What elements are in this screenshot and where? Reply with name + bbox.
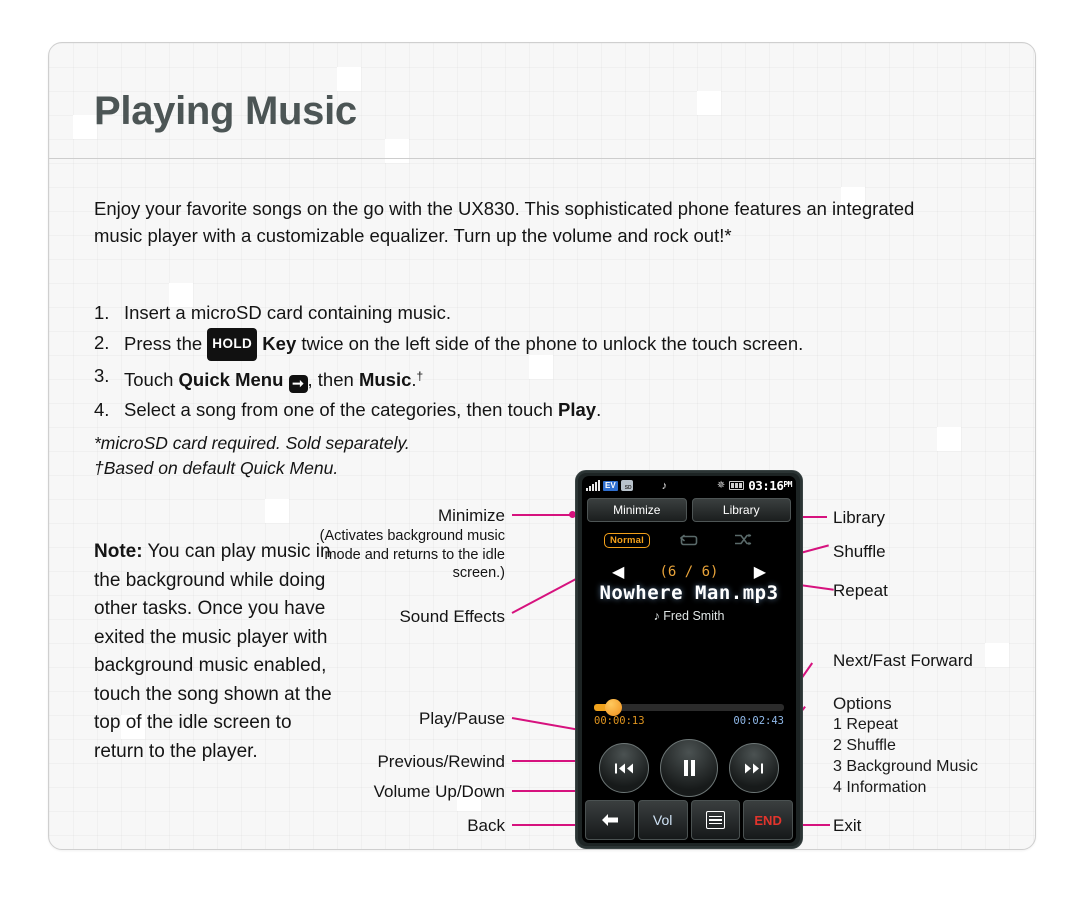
battery-icon xyxy=(729,481,745,490)
step-number: 3. xyxy=(94,365,110,386)
step-text-pre: Select a song from one of the categories… xyxy=(124,399,558,420)
library-button[interactable]: Library xyxy=(691,498,791,522)
progress-area: 00:00:13 00:02:43 xyxy=(594,699,784,727)
step-text-pre: Touch xyxy=(124,369,179,390)
callout-minimize: Minimize xyxy=(437,506,505,525)
artist-note-icon: ♪ xyxy=(653,609,660,623)
callout-previous-rewind: Previous/Rewind xyxy=(377,752,505,771)
progress-knob[interactable] xyxy=(605,699,622,716)
sound-effects-badge[interactable]: Normal xyxy=(604,533,650,548)
callout-options: Options 1 Repeat 2 Shuffle 3 Background … xyxy=(833,694,978,798)
note-label: Note: xyxy=(94,541,143,562)
step-number: 4. xyxy=(94,399,110,420)
step-text-post: . xyxy=(596,399,602,420)
microsd-icon: SD xyxy=(620,480,633,491)
phone-screen: EV SD ♪ ✵ 03:16PM Minimize Library Norma… xyxy=(582,476,796,843)
phone-device: EV SD ♪ ✵ 03:16PM Minimize Library Norma… xyxy=(575,470,803,849)
shuffle-icon[interactable] xyxy=(734,533,752,550)
quick-menu-arrow-icon: ➞ xyxy=(288,375,308,393)
page-root: Playing Music Enjoy your favorite songs … xyxy=(0,0,1080,900)
callout-library: Library xyxy=(833,508,885,527)
back-button[interactable] xyxy=(585,800,635,840)
step-text-pre: Press the xyxy=(124,333,208,354)
leader-line-minimize xyxy=(512,514,574,516)
volume-button[interactable]: Vol xyxy=(637,800,688,840)
option-item: 4 Information xyxy=(833,779,927,796)
status-bar: EV SD ♪ ✵ 03:16PM xyxy=(582,476,796,495)
step-text: Insert a microSD card containing music. xyxy=(124,302,451,323)
steps-list: 1. Insert a microSD card containing musi… xyxy=(94,298,974,425)
page-title: Playing Music xyxy=(94,89,357,133)
repeat-icon-svg xyxy=(679,534,698,546)
screen-bottom-bar: Vol END xyxy=(585,800,793,840)
music-note-icon: ♪ xyxy=(661,479,668,492)
previous-rewind-button[interactable] xyxy=(599,743,649,793)
step-item-2: 2. Press the HOLD Key twice on the left … xyxy=(94,328,974,361)
location-icon: ✵ xyxy=(716,480,726,491)
signal-bars-icon xyxy=(586,479,600,491)
leader-line-back xyxy=(512,824,580,826)
callout-shuffle: Shuffle xyxy=(833,542,886,561)
step-item-1: 1. Insert a microSD card containing musi… xyxy=(94,298,974,328)
track-artist: ♪ Fred Smith xyxy=(653,609,725,623)
track-index: (6 / 6) xyxy=(659,564,719,580)
callout-play-pause: Play/Pause xyxy=(419,709,505,728)
screen-top-buttons: Minimize Library xyxy=(587,498,791,522)
step-number: 1. xyxy=(94,302,110,323)
callout-volume-up-down: Volume Up/Down xyxy=(373,782,505,801)
shuffle-icon-svg xyxy=(735,533,752,546)
next-fast-forward-button[interactable] xyxy=(729,743,779,793)
options-menu-button[interactable] xyxy=(690,800,741,840)
previous-icon xyxy=(615,763,633,773)
step-text-post: , then Music.† xyxy=(307,369,424,390)
repeat-icon[interactable] xyxy=(679,534,698,551)
callout-exit: Exit xyxy=(833,816,862,835)
play-pause-button[interactable] xyxy=(660,739,718,797)
intro-paragraph: Enjoy your favorite songs on the go with… xyxy=(94,198,915,246)
progress-bar[interactable] xyxy=(594,699,784,716)
status-clock: 03:16PM xyxy=(748,478,792,493)
transport-controls xyxy=(582,739,796,797)
step-item-3: 3. Touch Quick Menu ➞, then Music.† xyxy=(94,361,974,395)
footnote-1: *microSD card required. Sold separately. xyxy=(94,433,410,453)
step-text-post: twice on the left side of the phone to u… xyxy=(296,333,804,354)
back-arrow-icon xyxy=(601,814,618,826)
step-text-mid: Key xyxy=(257,333,297,354)
option-item: 3 Background Music xyxy=(833,758,978,775)
step-item-4: 4. Select a song from one of the categor… xyxy=(94,395,974,425)
hold-key-badge: HOLD xyxy=(207,328,258,361)
footnotes: *microSD card required. Sold separately.… xyxy=(94,431,614,481)
callout-next-fast-forward: Next/Fast Forward xyxy=(833,651,973,670)
elapsed-time: 00:00:13 xyxy=(594,715,645,727)
step-number: 2. xyxy=(94,332,110,353)
minimize-button[interactable]: Minimize xyxy=(587,498,687,522)
next-icon xyxy=(745,763,763,773)
callout-repeat: Repeat xyxy=(833,581,888,600)
total-duration: 00:02:43 xyxy=(733,715,784,727)
track-name: Nowhere Man.mp3 xyxy=(599,582,779,604)
ev-badge-icon: EV xyxy=(603,480,618,491)
callout-back: Back xyxy=(467,816,505,835)
end-exit-button[interactable]: END xyxy=(743,800,793,840)
option-item: 2 Shuffle xyxy=(833,737,896,754)
callout-sound-effects: Sound Effects xyxy=(399,607,505,626)
callout-options-title: Options xyxy=(833,694,892,713)
quick-menu-label: Quick Menu xyxy=(178,369,284,390)
footnote-2: †Based on default Quick Menu. xyxy=(94,458,339,478)
play-label: Play xyxy=(558,399,597,420)
option-item: 1 Repeat xyxy=(833,716,898,733)
title-divider xyxy=(49,158,1035,159)
callout-minimize-sub: (Activates background music mode and ret… xyxy=(319,528,505,581)
pause-icon xyxy=(683,760,695,776)
menu-icon xyxy=(705,811,725,829)
